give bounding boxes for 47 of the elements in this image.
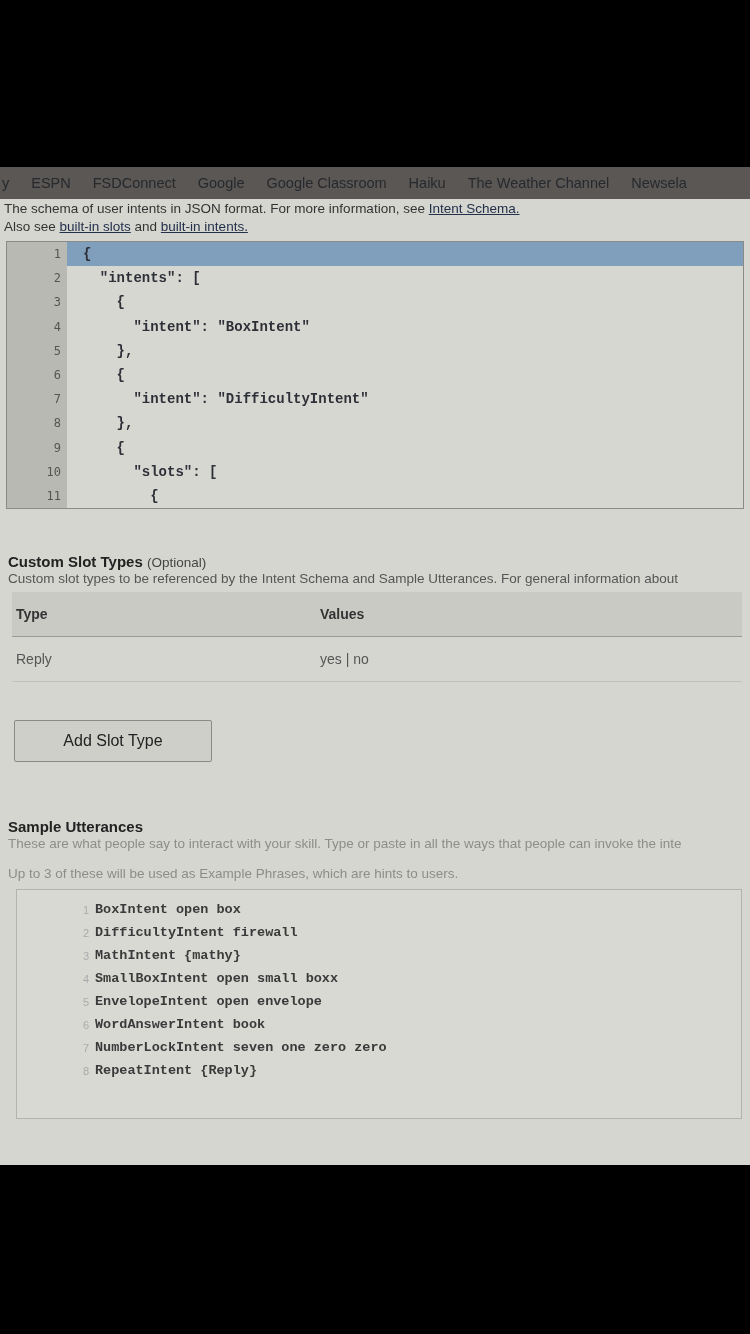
utterance-text: NumberLockIntent seven one zero zero	[95, 1040, 387, 1055]
line-number: 10	[7, 459, 67, 484]
line-number: 9	[7, 435, 67, 460]
line-number: 11	[7, 483, 67, 508]
built-in-intents-link[interactable]: built-in intents.	[160, 219, 248, 234]
line-number: 1	[7, 242, 67, 267]
code-line: },	[115, 414, 135, 434]
line-number: 7	[7, 387, 67, 412]
line-number: 2	[7, 266, 67, 291]
code-line: },	[115, 341, 135, 361]
utterance-text: MathIntent {mathy}	[95, 948, 241, 963]
utterance-text: WordAnswerIntent book	[95, 1017, 266, 1032]
intro-text: The schema of user intents in JSON format. For more information, see Intent Schema.	[3, 200, 521, 217]
utterance-text: BoxIntent open box	[95, 902, 241, 917]
intent-schema-link[interactable]: Intent Schema.	[428, 201, 520, 216]
utterance-text: EnvelopeIntent open envelope	[95, 994, 322, 1009]
code-line: {	[149, 486, 160, 506]
section-title: Sample Utterances	[8, 818, 145, 835]
utterances-editor[interactable]	[16, 889, 742, 1119]
column-header: Type	[15, 606, 49, 622]
table-cell-text: Reply	[15, 651, 53, 667]
line-number: 8	[7, 411, 67, 436]
built-in-slots-link[interactable]: built-in slots	[59, 219, 131, 234]
code-line: "slots": [	[132, 462, 219, 482]
code-editor[interactable]: 1 { 2 "intents": [ 3 { 4 "intent": "BoxIntent" 5 }, 6 { 7 "intent": "DifficultyIntent" 8 }, 9 { 10 "slots": [ 11 {	[6, 241, 744, 509]
code-line: "intents": [	[98, 269, 202, 289]
section-description: These are what people say to interact with your skill. Type or paste in all the ways that people can invoke the inte	[8, 835, 683, 853]
section-title: Custom Slot Types (Optional)	[8, 553, 208, 570]
hint-text: Up to 3 of these will be used as Example Phrases, which are hints to users.	[8, 865, 460, 883]
code-line: "intent": "BoxIntent"	[132, 317, 311, 337]
column-header: Values	[319, 606, 366, 622]
also-see-text: Also see built-in slots and built-in intents.	[3, 218, 249, 235]
code-line: {	[115, 293, 126, 313]
section-description: Custom slot types to be referenced by the Intent Schema and Sample Utterances. For general information about	[8, 570, 680, 588]
utterance-text: RepeatIntent {Reply}	[95, 1063, 258, 1078]
line-number: 4	[7, 314, 67, 339]
table-cell-text: yes | no	[319, 651, 370, 667]
code-line: "intent": "DifficultyIntent"	[132, 390, 370, 410]
line-number: 3	[7, 290, 67, 315]
optional-note: (Optional)	[146, 555, 207, 570]
add-slot-type-button[interactable]: Add Slot Type	[14, 720, 212, 762]
code-line: {	[115, 366, 126, 386]
line-number: 5	[7, 338, 67, 363]
code-line: {	[115, 438, 126, 458]
utterance-text: SmallBoxIntent open small boxx	[95, 971, 339, 986]
line-number: 6	[7, 362, 67, 388]
utterance-text: DifficultyIntent firewall	[95, 925, 298, 940]
